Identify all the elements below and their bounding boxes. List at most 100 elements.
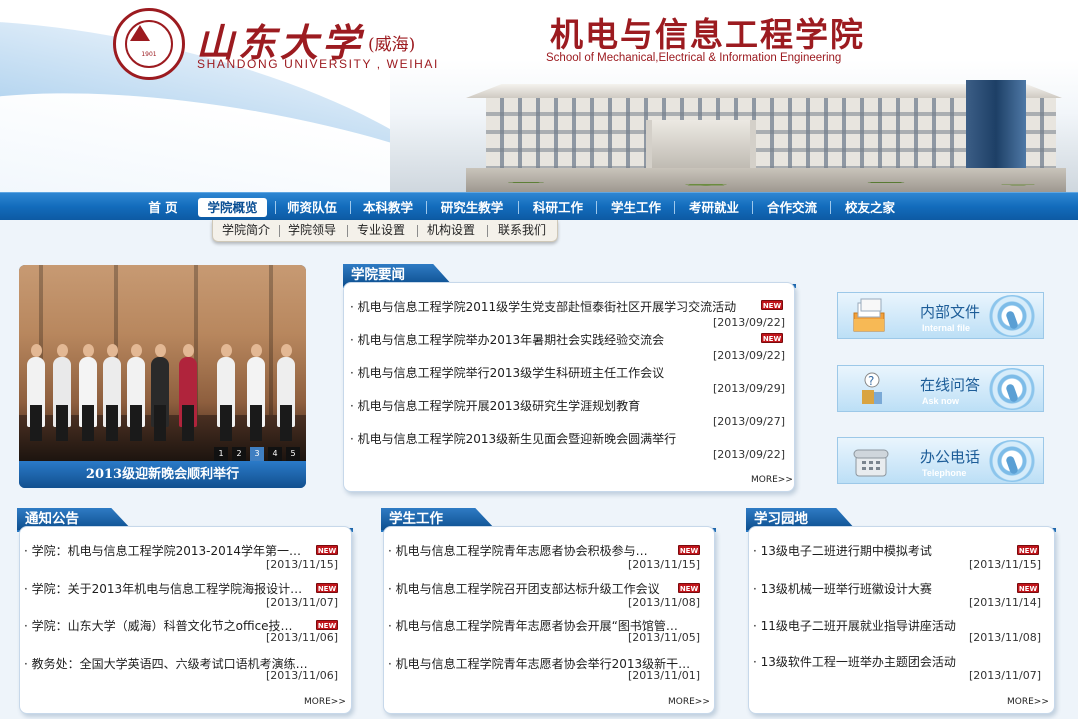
study-panel: 学习园地 · 13级电子二班进行期中模拟考试 NEW [2013/11/15] …	[746, 508, 1056, 714]
news-date: [2013/09/22]	[713, 316, 785, 329]
news-date: [2013/09/22]	[713, 349, 785, 362]
building-trees	[466, 168, 1066, 192]
slide-page-2[interactable]: 2	[232, 447, 246, 461]
nav-separator	[830, 201, 831, 214]
new-badge: NEW	[678, 545, 700, 555]
university-name-cn: 山东大学	[196, 20, 365, 65]
nav-separator	[350, 201, 351, 214]
quick-link-ask-now[interactable]: ? 在线问答 Ask now	[837, 365, 1044, 412]
slide-page-4[interactable]: 4	[268, 447, 282, 461]
quick-link-label: 在线问答	[920, 376, 981, 394]
slide-figure	[179, 344, 197, 441]
quick-link-internal-file[interactable]: 内部文件 Internal file	[837, 292, 1044, 339]
school-name-cn: 机电与信息工程学院	[550, 15, 865, 54]
news-panel-body: · 机电与信息工程学院2011级学生党支部赴恒泰街社区开展学习交流活动 NEW …	[343, 282, 795, 492]
notices-panel-body: · 学院：机电与信息工程学院2013-2014学年第一… NEW [2013/1…	[19, 526, 352, 714]
student-work-item[interactable]: · 机电与信息工程学院青年志愿者协会积极参与…	[388, 542, 648, 559]
news-item[interactable]: · 机电与信息工程学院开展2013级研究生学涯规划教育	[350, 397, 640, 414]
news-item[interactable]: · 机电与信息工程学院举办2013年暑期社会实践经验交流会	[350, 331, 664, 348]
student-work-date: [2013/11/15]	[628, 558, 700, 571]
slide-figure	[79, 344, 97, 441]
new-badge: NEW	[761, 333, 783, 343]
nav-item-graduate[interactable]: 研究生教学	[436, 198, 508, 217]
subnav-item-departments[interactable]: 机构设置	[421, 222, 481, 239]
student-work-date: [2013/11/01]	[628, 669, 700, 682]
quick-link-sublabel: Internal file	[922, 323, 971, 333]
study-more-link[interactable]: MORE>>	[1007, 697, 1049, 707]
slide-caption[interactable]: 2013级迎新晚会顺利举行	[19, 461, 306, 488]
study-date: [2013/11/08]	[969, 631, 1041, 644]
student-work-panel: 学生工作 · 机电与信息工程学院青年志愿者协会积极参与… NEW [2013/1…	[381, 508, 716, 714]
news-item[interactable]: · 机电与信息工程学院举行2013级学生科研班主任工作会议	[350, 364, 664, 381]
slide-page-5[interactable]: 5	[286, 447, 300, 461]
study-date: [2013/11/07]	[969, 669, 1041, 682]
university-seal-logo[interactable]: 1901	[113, 8, 185, 80]
subnav-item-leaders[interactable]: 学院领导	[283, 222, 341, 239]
nav-item-employment[interactable]: 考研就业	[684, 198, 744, 217]
subnav-item-majors[interactable]: 专业设置	[351, 222, 411, 239]
slide-figure	[27, 344, 45, 441]
notice-date: [2013/11/15]	[266, 558, 338, 571]
nav-separator	[674, 201, 675, 214]
student-work-item[interactable]: · 机电与信息工程学院召开团支部达标升级工作会议	[388, 580, 660, 597]
photo-slideshow[interactable]: 1 2 3 4 5 2013级迎新晚会顺利举行	[19, 265, 306, 488]
study-item[interactable]: · 11级电子二班开展就业指导讲座活动	[753, 617, 956, 634]
notice-item[interactable]: · 学院：山东大学（威海）科普文化节之office技…	[24, 617, 293, 634]
study-panel-body: · 13级电子二班进行期中模拟考试 NEW [2013/11/15] · 13级…	[748, 526, 1055, 714]
telephone-icon	[853, 449, 889, 477]
nav-separator	[426, 201, 427, 214]
notices-more-link[interactable]: MORE>>	[304, 697, 346, 707]
quick-link-sublabel: Telephone	[922, 468, 967, 478]
nav-separator	[752, 201, 753, 214]
student-work-date: [2013/11/05]	[628, 631, 700, 644]
nav-item-research[interactable]: 科研工作	[528, 198, 588, 217]
slide-figure	[247, 344, 265, 441]
nav-item-overview[interactable]: 学院概览	[198, 198, 267, 217]
news-more-link[interactable]: MORE>>	[751, 475, 793, 485]
nav-separator	[518, 201, 519, 214]
news-item[interactable]: · 机电与信息工程学院2011级学生党支部赴恒泰街社区开展学习交流活动	[350, 298, 736, 315]
campus-building-photo	[466, 80, 1066, 192]
notice-item[interactable]: · 学院：机电与信息工程学院2013-2014学年第一…	[24, 542, 301, 559]
new-badge: NEW	[316, 583, 338, 593]
quick-link-label: 内部文件	[920, 303, 981, 321]
university-name-en: SHANDONG UNIVERSITY , WEIHAI	[197, 57, 439, 71]
building-glass-tower	[966, 80, 1026, 180]
seal-year: 1901	[141, 51, 157, 58]
news-date: [2013/09/22]	[713, 448, 785, 461]
nav-item-cooperation[interactable]: 合作交流	[762, 198, 822, 217]
subnav-separator	[347, 225, 348, 237]
slide-figure	[277, 344, 295, 441]
study-item[interactable]: · 13级软件工程一班举办主题团会活动	[753, 653, 956, 670]
subnav-separator	[487, 225, 488, 237]
news-item[interactable]: · 机电与信息工程学院2013级新生见面会暨迎新晚会圆满举行	[350, 430, 676, 447]
nav-item-undergraduate[interactable]: 本科教学	[358, 198, 418, 217]
main-nav: 首 页 学院概览 师资队伍 本科教学 研究生教学 科研工作 学生工作 考研就业 …	[0, 192, 1078, 220]
nav-item-alumni[interactable]: 校友之家	[840, 198, 900, 217]
student-work-more-link[interactable]: MORE>>	[668, 697, 710, 707]
school-name-en: School of Mechanical,Electrical & Inform…	[546, 52, 842, 64]
study-item[interactable]: · 13级电子二班进行期中模拟考试	[753, 542, 932, 559]
slide-figure	[217, 344, 235, 441]
quick-link-telephone[interactable]: 办公电话 Telephone	[837, 437, 1044, 484]
notice-date: [2013/11/07]	[266, 596, 338, 609]
site-header: 1901 山东大学 (威海) SHANDONG UNIVERSITY , WEI…	[0, 0, 1078, 192]
nav-item-home[interactable]: 首 页	[140, 198, 186, 217]
nav-item-faculty[interactable]: 师资队伍	[282, 198, 342, 217]
notice-date: [2013/11/06]	[266, 669, 338, 682]
slide-page-1[interactable]: 1	[214, 447, 228, 461]
news-date: [2013/09/29]	[713, 382, 785, 395]
new-badge: NEW	[316, 620, 338, 630]
news-date: [2013/09/27]	[713, 415, 785, 428]
pointer-hand-icon	[988, 368, 1036, 410]
folder-icon	[853, 298, 885, 332]
slide-figure	[53, 344, 71, 441]
nav-item-student-work[interactable]: 学生工作	[606, 198, 666, 217]
subnav-item-intro[interactable]: 学院简介	[217, 222, 275, 239]
notice-item[interactable]: · 学院：关于2013年机电与信息工程学院海报设计…	[24, 580, 302, 597]
slide-page-3[interactable]: 3	[250, 447, 264, 461]
new-badge: NEW	[761, 300, 783, 310]
study-item[interactable]: · 13级机械一班举行班徽设计大赛	[753, 580, 932, 597]
svg-text:?: ?	[868, 374, 874, 388]
subnav-item-contact[interactable]: 联系我们	[491, 222, 553, 239]
